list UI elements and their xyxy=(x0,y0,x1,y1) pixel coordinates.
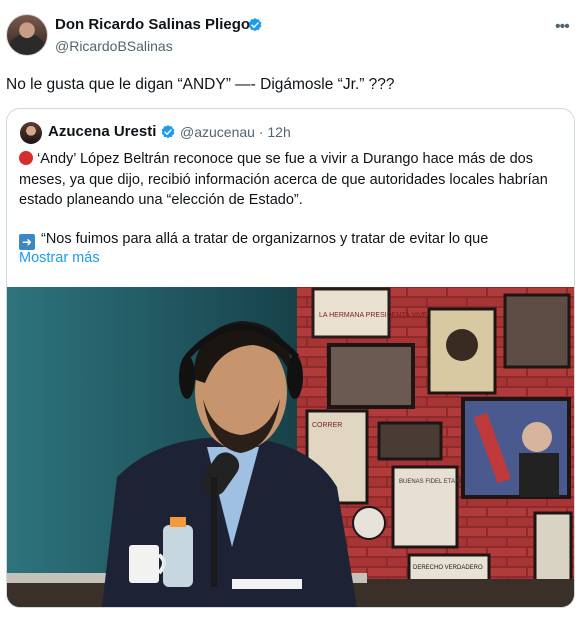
verified-badge-icon xyxy=(248,18,262,32)
video-thumbnail[interactable]: LA HERMANA PRESIDENTA VIVE CORRER BUENAS… xyxy=(7,287,574,607)
verified-badge-icon xyxy=(161,125,175,139)
more-options-icon[interactable]: ••• xyxy=(555,18,570,36)
mug xyxy=(129,545,159,583)
quoted-paragraph-2: ➜ “Nos fuimos para allá a tratar de organ… xyxy=(19,229,564,250)
photo-frame xyxy=(503,293,571,369)
tweet[interactable]: Don Ricardo Salinas Pliego @RicardoBSali… xyxy=(0,0,580,620)
quoted-author-handle[interactable]: @azucenau · 12h xyxy=(180,124,291,140)
red-circle-icon xyxy=(19,151,33,165)
paper xyxy=(232,579,302,589)
author-avatar[interactable] xyxy=(6,14,48,56)
quoted-author-avatar[interactable] xyxy=(20,122,42,144)
photo-frame xyxy=(377,421,443,461)
photo-frame xyxy=(327,343,415,409)
poster-text: CORRER xyxy=(312,422,342,429)
poster-text: LA HERMANA PRESIDENTA VIVE xyxy=(319,312,428,319)
tweet-text: No le gusta que le digan “ANDY” —- Digám… xyxy=(6,76,395,93)
show-more-link[interactable]: Mostrar más xyxy=(19,250,100,266)
quoted-tweet[interactable]: Azucena Uresti @azucenau · 12h ‘Andy’ Ló… xyxy=(6,108,575,608)
right-arrow-icon: ➜ xyxy=(19,234,35,250)
poster-text: DERECHO VERDADERO xyxy=(413,565,483,571)
quoted-author-name[interactable]: Azucena Uresti xyxy=(48,123,156,140)
author-name[interactable]: Don Ricardo Salinas Pliego xyxy=(55,16,250,33)
water-bottle xyxy=(163,517,193,587)
poster-text: BUENAS FIDEL ETA MAS xyxy=(399,479,469,485)
quoted-paragraph-1: ‘Andy’ López Beltrán reconoce que se fue… xyxy=(19,151,548,208)
author-handle[interactable]: @RicardoBSalinas xyxy=(55,38,173,54)
